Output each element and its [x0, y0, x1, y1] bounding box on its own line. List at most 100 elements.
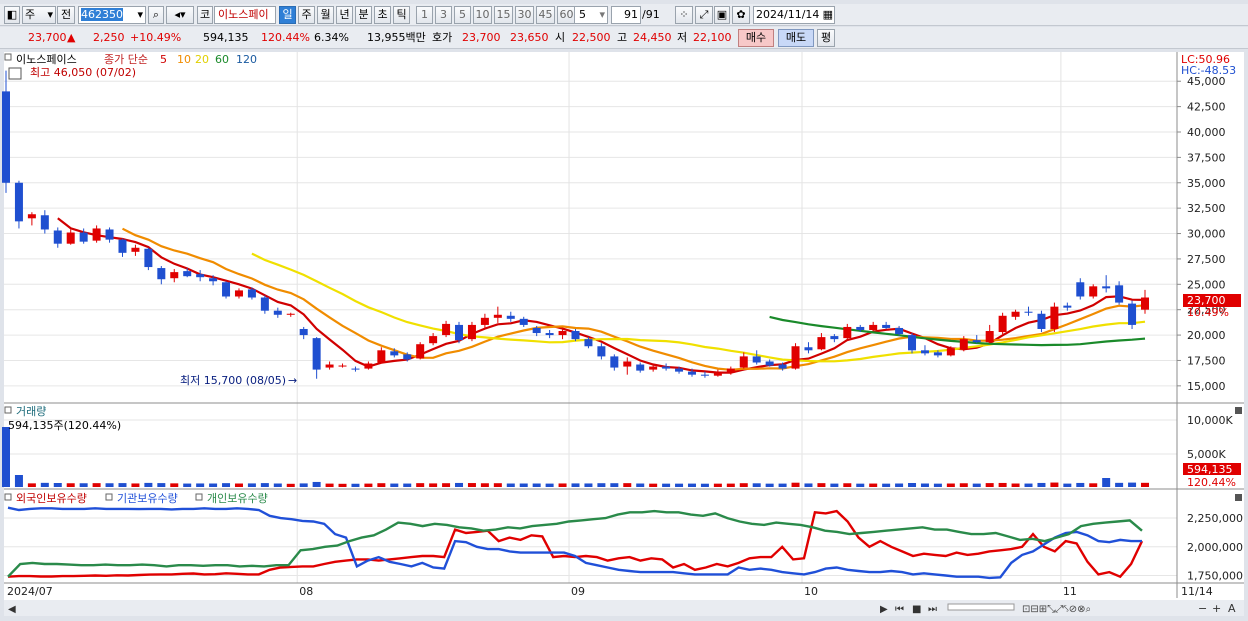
scroll-left-icon[interactable]: ◀ — [8, 604, 16, 615]
candle-body — [299, 328, 308, 336]
chevron-down-icon: ▾ — [137, 8, 143, 21]
candle-body — [377, 350, 386, 363]
jump-start-icon[interactable]: ⏮ — [895, 604, 904, 615]
candle-body — [946, 348, 955, 356]
candle-body — [312, 338, 321, 370]
market-select[interactable]: 주 ▾ — [22, 6, 56, 24]
volume-bar — [364, 483, 373, 487]
legend-ma5: 5 — [160, 53, 167, 66]
period-tab[interactable]: 월 — [317, 6, 334, 24]
volume-bar — [377, 483, 386, 487]
price-tick-label: 25,000 — [1187, 278, 1226, 291]
scroll-right-icon[interactable]: ▶ — [880, 604, 888, 615]
volume-bar — [157, 483, 166, 487]
interval-button[interactable]: 10 — [473, 6, 492, 24]
volume-ratio: 120.44% — [261, 31, 310, 44]
volume-bar — [144, 482, 153, 487]
volume-bar — [105, 483, 114, 487]
interval-button[interactable]: 30 — [515, 6, 534, 24]
interval-button[interactable]: 5 — [454, 6, 471, 24]
candle-body — [908, 335, 917, 351]
close-panel-icon[interactable] — [1235, 494, 1242, 501]
volume-bar — [545, 483, 554, 487]
interval-button[interactable]: 15 — [494, 6, 513, 24]
candle-body — [1115, 285, 1124, 303]
period-tab[interactable]: 분 — [355, 6, 372, 24]
window-menu-icon[interactable]: ◧ — [4, 6, 20, 24]
period-tab[interactable]: 주 — [298, 6, 315, 24]
volume-tick-label: 10,000K — [1187, 414, 1233, 427]
chart-tools-icon[interactable]: ⊡⊟⊞⤡⤢⤣⊘⊗⌕ — [1022, 604, 1091, 615]
candle-body — [856, 326, 865, 330]
calendar-icon[interactable]: ▦ — [823, 7, 833, 23]
period-tab[interactable]: 년 — [336, 6, 353, 24]
date-input[interactable]: 2024/11/14 ▦ — [753, 6, 835, 24]
close-panel-icon[interactable] — [1235, 407, 1242, 414]
turnover-rate: 6.34% — [314, 31, 349, 44]
draw-tool-icon[interactable]: ⤢ — [695, 6, 713, 24]
sell-button[interactable]: 매도 — [778, 29, 814, 47]
candle-body — [157, 268, 166, 280]
stock-code-input[interactable]: 462350 ▾ — [78, 6, 146, 24]
zoom-slider[interactable] — [947, 603, 1015, 611]
candle-body — [144, 248, 153, 268]
candle-body — [532, 327, 541, 334]
candle-body — [1102, 286, 1111, 289]
high-price: 24,450 — [633, 31, 672, 44]
candle-body — [1141, 297, 1149, 310]
gear-icon[interactable]: ✿ — [732, 6, 750, 24]
buy-button[interactable]: 매수 — [738, 29, 774, 47]
candle-body — [765, 361, 774, 366]
volume-bar — [675, 483, 684, 487]
open-label: 시 — [555, 31, 566, 44]
save-icon[interactable]: ▣ — [714, 6, 730, 24]
volume-bar — [403, 483, 412, 487]
volume-bar — [40, 482, 49, 487]
candle-body — [700, 374, 709, 376]
bid-price: 23,650 — [510, 31, 549, 44]
high-label: 고 — [617, 31, 628, 44]
candle-body — [972, 340, 981, 343]
calendar-icon[interactable] — [8, 67, 22, 80]
search-icon[interactable]: ⌕ — [148, 6, 164, 24]
time-tick-label: 11 — [1063, 585, 1077, 598]
candle-body — [636, 364, 645, 371]
chart-bg — [4, 52, 1244, 616]
eval-button[interactable]: 평 — [817, 29, 835, 47]
zoom-in-icon[interactable]: + — [1212, 602, 1221, 615]
candle-body — [1024, 311, 1033, 313]
period-tab[interactable]: 초 — [374, 6, 391, 24]
candle-body — [105, 229, 114, 240]
candle-body — [79, 232, 88, 242]
date-value: 2024/11/14 — [756, 8, 820, 21]
speaker-icon[interactable]: ◂▾ — [166, 6, 194, 24]
candle-body — [804, 347, 813, 351]
interval-button[interactable]: 3 — [435, 6, 452, 24]
interval-button[interactable]: 1 — [416, 6, 433, 24]
period-tab[interactable]: 틱 — [393, 6, 410, 24]
volume-bar — [869, 483, 878, 487]
bar-count-input[interactable]: 91 — [611, 6, 641, 24]
candle-body — [1128, 303, 1137, 325]
interval-select[interactable]: 5 ▾ — [574, 6, 608, 24]
chart-area[interactable]: 45,000 42,500 40,000 37,500 35,000 32,500 30,0… — [0, 50, 1248, 616]
candle-body — [170, 272, 179, 279]
zoom-out-icon[interactable]: − — [1198, 602, 1207, 615]
volume-bar — [920, 483, 929, 487]
candle-body — [623, 361, 632, 367]
candle-body — [739, 356, 748, 368]
grid-icon[interactable]: ⁘ — [675, 6, 693, 24]
jump-end-icon[interactable]: ⏭ — [928, 604, 937, 615]
stop-icon[interactable]: ■ — [912, 604, 921, 615]
volume-bar — [752, 483, 761, 487]
volume-bar — [985, 483, 994, 487]
interval-button[interactable]: 45 — [536, 6, 555, 24]
auto-scale-icon[interactable]: A — [1228, 602, 1236, 615]
prev-button[interactable]: 전 — [57, 6, 75, 24]
volume-bar — [506, 483, 515, 487]
candle-body — [390, 351, 399, 356]
low-label: 저 — [677, 31, 688, 44]
period-tab[interactable]: 일 — [279, 6, 296, 24]
interval-select-value: 5 — [579, 8, 586, 21]
price-tick-label: 40,000 — [1187, 126, 1226, 139]
